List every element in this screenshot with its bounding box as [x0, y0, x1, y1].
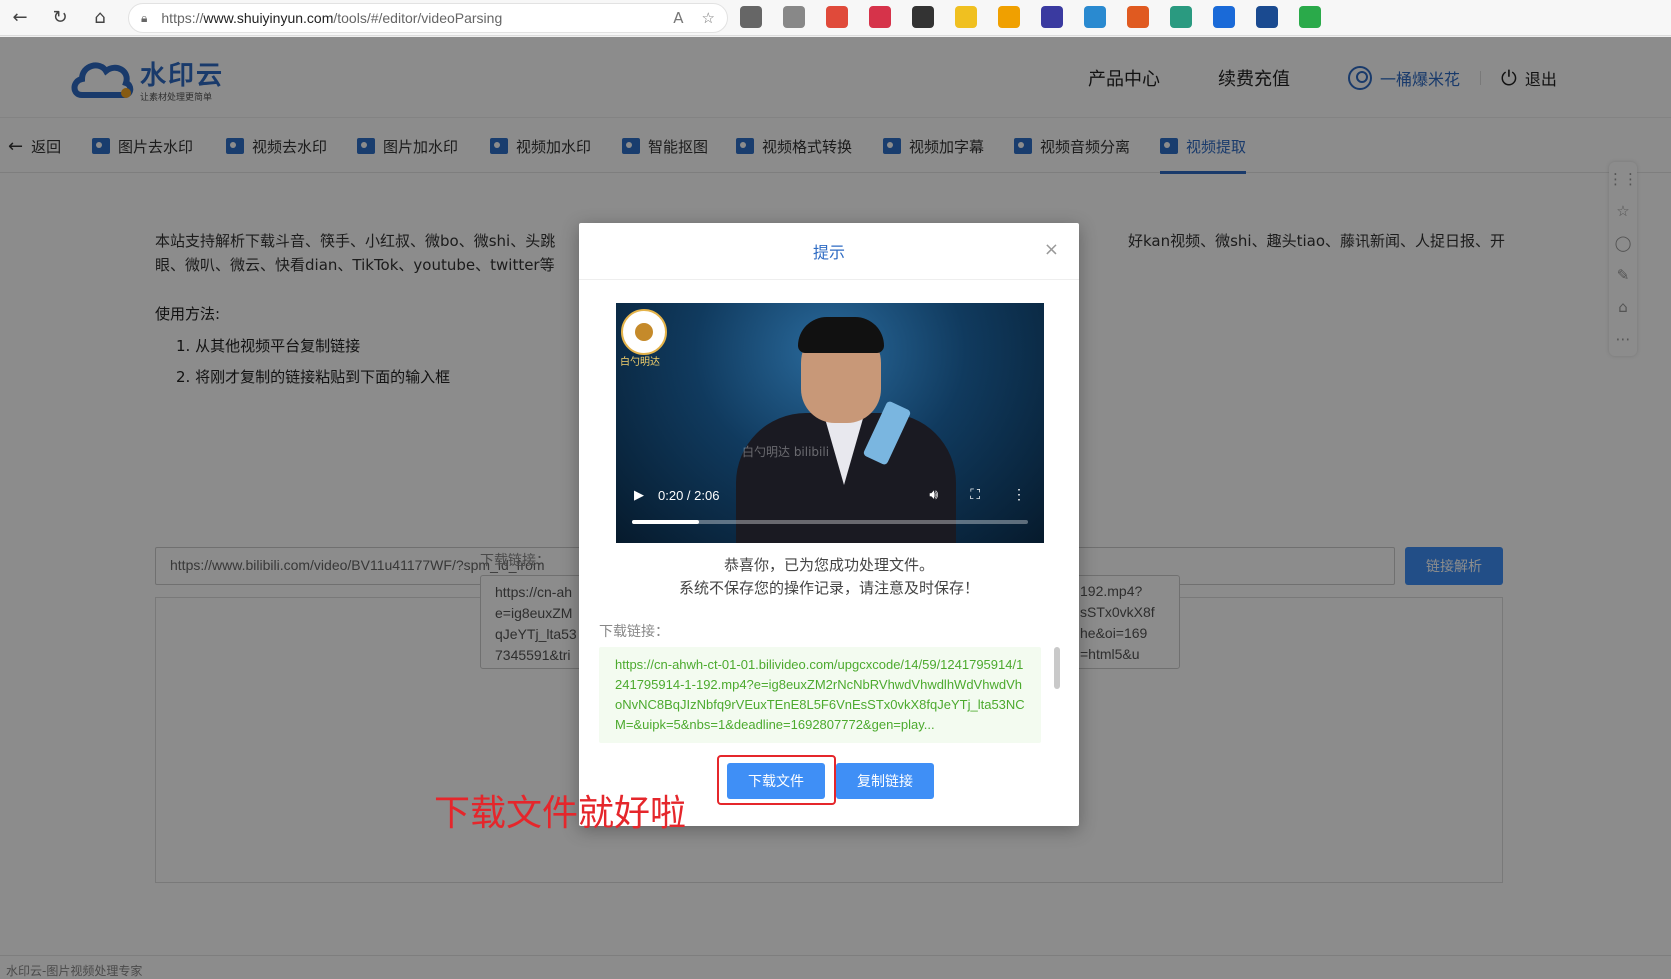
- ext-13-icon[interactable]: [1256, 6, 1278, 28]
- more-options-icon[interactable]: ⋮: [1012, 486, 1026, 503]
- download-link-scrollbar[interactable]: [1054, 647, 1060, 689]
- address-url: https://www.shuiyinyun.com/tools/#/edito…: [161, 10, 503, 26]
- address-bar[interactable]: 🔒︎ https://www.shuiyinyun.com/tools/#/ed…: [128, 3, 728, 33]
- ext-12-icon[interactable]: [1213, 6, 1235, 28]
- ext-8-icon[interactable]: [1041, 6, 1063, 28]
- success-message: 恭喜你，已为您成功处理文件。 系统不保存您的操作记录，请注意及时保存！: [579, 554, 1079, 600]
- video-watermark: 白勺明达 bilibili: [742, 445, 830, 459]
- ext-4-icon[interactable]: [869, 6, 891, 28]
- ext-11-icon[interactable]: [1170, 6, 1192, 28]
- channel-logo-icon: [621, 309, 667, 355]
- close-icon[interactable]: ×: [1044, 239, 1059, 260]
- ext-14-icon[interactable]: [1299, 6, 1321, 28]
- read-aloud-icon[interactable]: A: [673, 9, 683, 27]
- lock-icon: 🔒︎: [141, 10, 148, 25]
- extensions-bar: [740, 6, 1321, 28]
- video-time: 0:20 / 2:06: [658, 487, 720, 503]
- ext-6-icon[interactable]: [955, 6, 977, 28]
- copy-link-button[interactable]: 复制链接: [836, 763, 934, 799]
- success-line-1: 恭喜你，已为您成功处理文件。: [723, 556, 934, 574]
- download-file-button[interactable]: 下载文件: [727, 763, 825, 799]
- home-icon[interactable]: ⌂: [80, 0, 120, 36]
- back-arrow-icon[interactable]: ←: [0, 0, 40, 36]
- channel-caption: 白勺明达: [620, 357, 660, 368]
- annotation-text: 下载文件就好啦: [434, 793, 687, 834]
- reload-icon[interactable]: ↻: [40, 0, 80, 36]
- video-controls: ▶ 0:20 / 2:06 🔊︎ ⛶ ⋮: [634, 483, 1026, 507]
- video-progress-bar[interactable]: [632, 520, 1028, 524]
- fullscreen-icon[interactable]: ⛶: [970, 486, 980, 503]
- ext-3-icon[interactable]: [826, 6, 848, 28]
- ext-9-icon[interactable]: [1084, 6, 1106, 28]
- favorite-star-icon[interactable]: ☆: [702, 9, 715, 27]
- success-line-2: 系统不保存您的操作记录，请注意及时保存！: [678, 579, 979, 597]
- modal-title: 提示: [812, 243, 845, 262]
- ext-10-icon[interactable]: [1127, 6, 1149, 28]
- ext-5-icon[interactable]: [912, 6, 934, 28]
- play-icon[interactable]: ▶: [634, 487, 644, 503]
- video-person-hair: [798, 317, 884, 353]
- ext-2-icon[interactable]: [783, 6, 805, 28]
- browser-toolbar: ← ↻ ⌂ 🔒︎ https://www.shuiyinyun.com/tool…: [0, 0, 1671, 36]
- ext-1-icon[interactable]: [740, 6, 762, 28]
- ext-7-icon[interactable]: [998, 6, 1020, 28]
- result-modal: 提示 × 白勺明达 白勺明达 bilibili ▶ 0:20 / 2:06 🔊︎…: [579, 223, 1079, 826]
- volume-icon[interactable]: 🔊︎: [929, 486, 938, 503]
- video-player[interactable]: 白勺明达 白勺明达 bilibili ▶ 0:20 / 2:06 🔊︎ ⛶ ⋮: [616, 303, 1044, 543]
- modal-divider: [579, 279, 1079, 280]
- video-progress-fill: [632, 520, 700, 524]
- download-link-box[interactable]: https://cn-ahwh-ct-01-01.bilivideo.com/u…: [599, 647, 1041, 743]
- download-link-label: 下载链接：: [599, 624, 669, 640]
